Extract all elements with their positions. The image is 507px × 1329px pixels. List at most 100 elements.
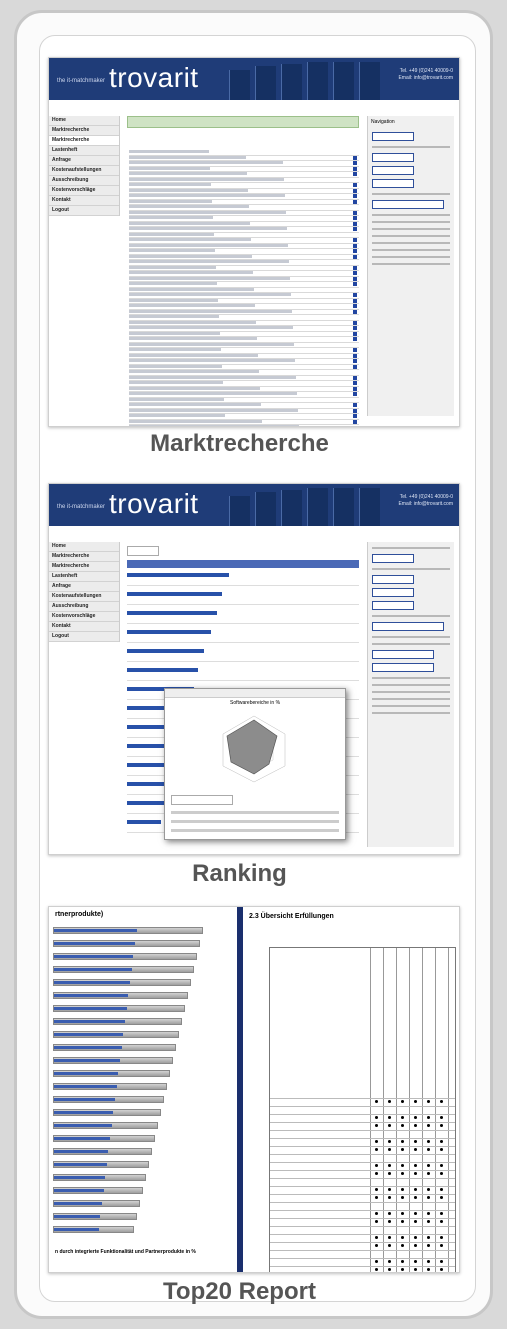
sidebar-item[interactable]: Lastenheft: [49, 572, 119, 582]
caption-top20: Top20 Report: [163, 1278, 316, 1305]
table-dot: [440, 1196, 443, 1199]
rank-bar: [127, 611, 217, 615]
report-bar: [53, 940, 200, 947]
table-dot: [427, 1172, 430, 1175]
sidebar-item[interactable]: Anfrage: [49, 582, 119, 592]
report-left-page: rtnerprodukte) n durch integrierte Funkt…: [49, 907, 237, 1272]
header-bars: [229, 488, 389, 526]
report-bar: [53, 1083, 167, 1090]
report-bar: [53, 1200, 140, 1207]
panel-button[interactable]: [372, 650, 434, 659]
table-dot: [414, 1124, 417, 1127]
table-dot: [440, 1148, 443, 1151]
table-dot: [440, 1124, 443, 1127]
report-bar: [53, 1031, 179, 1038]
panel-button[interactable]: [372, 575, 414, 584]
panel-button[interactable]: [372, 166, 414, 175]
table-dot: [375, 1124, 378, 1127]
sidebar-item[interactable]: Kostenaufstellungen: [49, 166, 119, 176]
table-dot: [401, 1124, 404, 1127]
table-dot: [440, 1116, 443, 1119]
trovarit-header: the it-matchmaker trovarit Tel. +49 (0)2…: [49, 484, 459, 526]
report-bar: [53, 979, 191, 986]
table-dot: [427, 1188, 430, 1191]
table-dot: [375, 1188, 378, 1191]
panel-select[interactable]: [372, 622, 444, 631]
table-dot: [414, 1220, 417, 1223]
table-dot: [375, 1148, 378, 1151]
table-dot: [375, 1260, 378, 1263]
sidebar-item[interactable]: Anfrage: [49, 156, 119, 166]
sidebar-item[interactable]: Kontakt: [49, 622, 119, 632]
table-dot: [388, 1140, 391, 1143]
panel-button[interactable]: [372, 588, 414, 597]
sidebar-item[interactable]: Ausschreibung: [49, 602, 119, 612]
sidebar-item[interactable]: Logout: [49, 632, 119, 642]
table-dot: [401, 1244, 404, 1247]
table-dot: [440, 1188, 443, 1191]
software-list: [127, 150, 359, 426]
report-bar: [53, 966, 194, 973]
rank-bar: [127, 801, 166, 805]
radar-popup: Softwarebereiche in %: [164, 688, 346, 840]
sidebar-item[interactable]: Marktrecherche: [49, 552, 119, 562]
table-dot: [427, 1220, 430, 1223]
table-dot: [375, 1164, 378, 1167]
table-dot: [414, 1188, 417, 1191]
table-dot: [440, 1220, 443, 1223]
sidebar-item[interactable]: Kostenaufstellungen: [49, 592, 119, 602]
sidebar-item[interactable]: Ausschreibung: [49, 176, 119, 186]
rank-bar: [127, 820, 161, 824]
panel-button[interactable]: [372, 554, 414, 563]
sidebar-item[interactable]: Lastenheft: [49, 146, 119, 156]
comparison-table: [269, 947, 456, 1272]
table-dot: [414, 1212, 417, 1215]
table-dot: [401, 1220, 404, 1223]
report-bar: [53, 1226, 134, 1233]
table-dot: [401, 1100, 404, 1103]
popup-select[interactable]: [171, 795, 233, 805]
table-dot: [414, 1172, 417, 1175]
sidebar-item[interactable]: Marktrecherche: [49, 136, 119, 146]
table-dot: [388, 1100, 391, 1103]
report-bar: [53, 927, 203, 934]
panel-button[interactable]: [372, 663, 434, 672]
table-dot: [440, 1140, 443, 1143]
radar-chart: [222, 715, 286, 783]
sidebar-item[interactable]: Home: [49, 116, 119, 126]
table-dot: [414, 1116, 417, 1119]
table-dot: [388, 1268, 391, 1271]
sidebar-item[interactable]: Home: [49, 542, 119, 552]
table-dot: [388, 1220, 391, 1223]
table-dot: [427, 1260, 430, 1263]
table-dot: [375, 1220, 378, 1223]
panel-button[interactable]: [372, 601, 414, 610]
report-bar: [53, 1213, 137, 1220]
sidebar-item[interactable]: Logout: [49, 206, 119, 216]
panel-button[interactable]: [372, 153, 414, 162]
panel-select[interactable]: [372, 200, 444, 209]
table-dot: [375, 1212, 378, 1215]
table-dot: [375, 1268, 378, 1271]
table-dot: [440, 1260, 443, 1263]
sidebar-item[interactable]: Kontakt: [49, 196, 119, 206]
screenshot-ranking: the it-matchmaker trovarit Tel. +49 (0)2…: [48, 483, 460, 855]
sidebar-item[interactable]: Marktrecherche: [49, 126, 119, 136]
report-left-title: rtnerprodukte): [55, 911, 104, 918]
table-dot: [427, 1236, 430, 1239]
table-dot: [414, 1236, 417, 1239]
logo-tagline: the it-matchmaker: [57, 504, 106, 510]
panel-button[interactable]: [372, 179, 414, 188]
sidebar-item[interactable]: Kostenvorschläge: [49, 612, 119, 622]
sidebar-item[interactable]: Marktrecherche: [49, 562, 119, 572]
logo-tagline: the it-matchmaker: [57, 78, 106, 84]
table-dot: [427, 1244, 430, 1247]
panel-button[interactable]: [372, 132, 414, 141]
table-dot: [375, 1100, 378, 1103]
table-dot: [427, 1148, 430, 1151]
sidebar: Home Marktrecherche Marktrecherche Laste…: [49, 116, 120, 216]
sidebar-item[interactable]: Kostenvorschläge: [49, 186, 119, 196]
table-dot: [414, 1140, 417, 1143]
table-dot: [375, 1140, 378, 1143]
report-bar: [53, 1148, 152, 1155]
